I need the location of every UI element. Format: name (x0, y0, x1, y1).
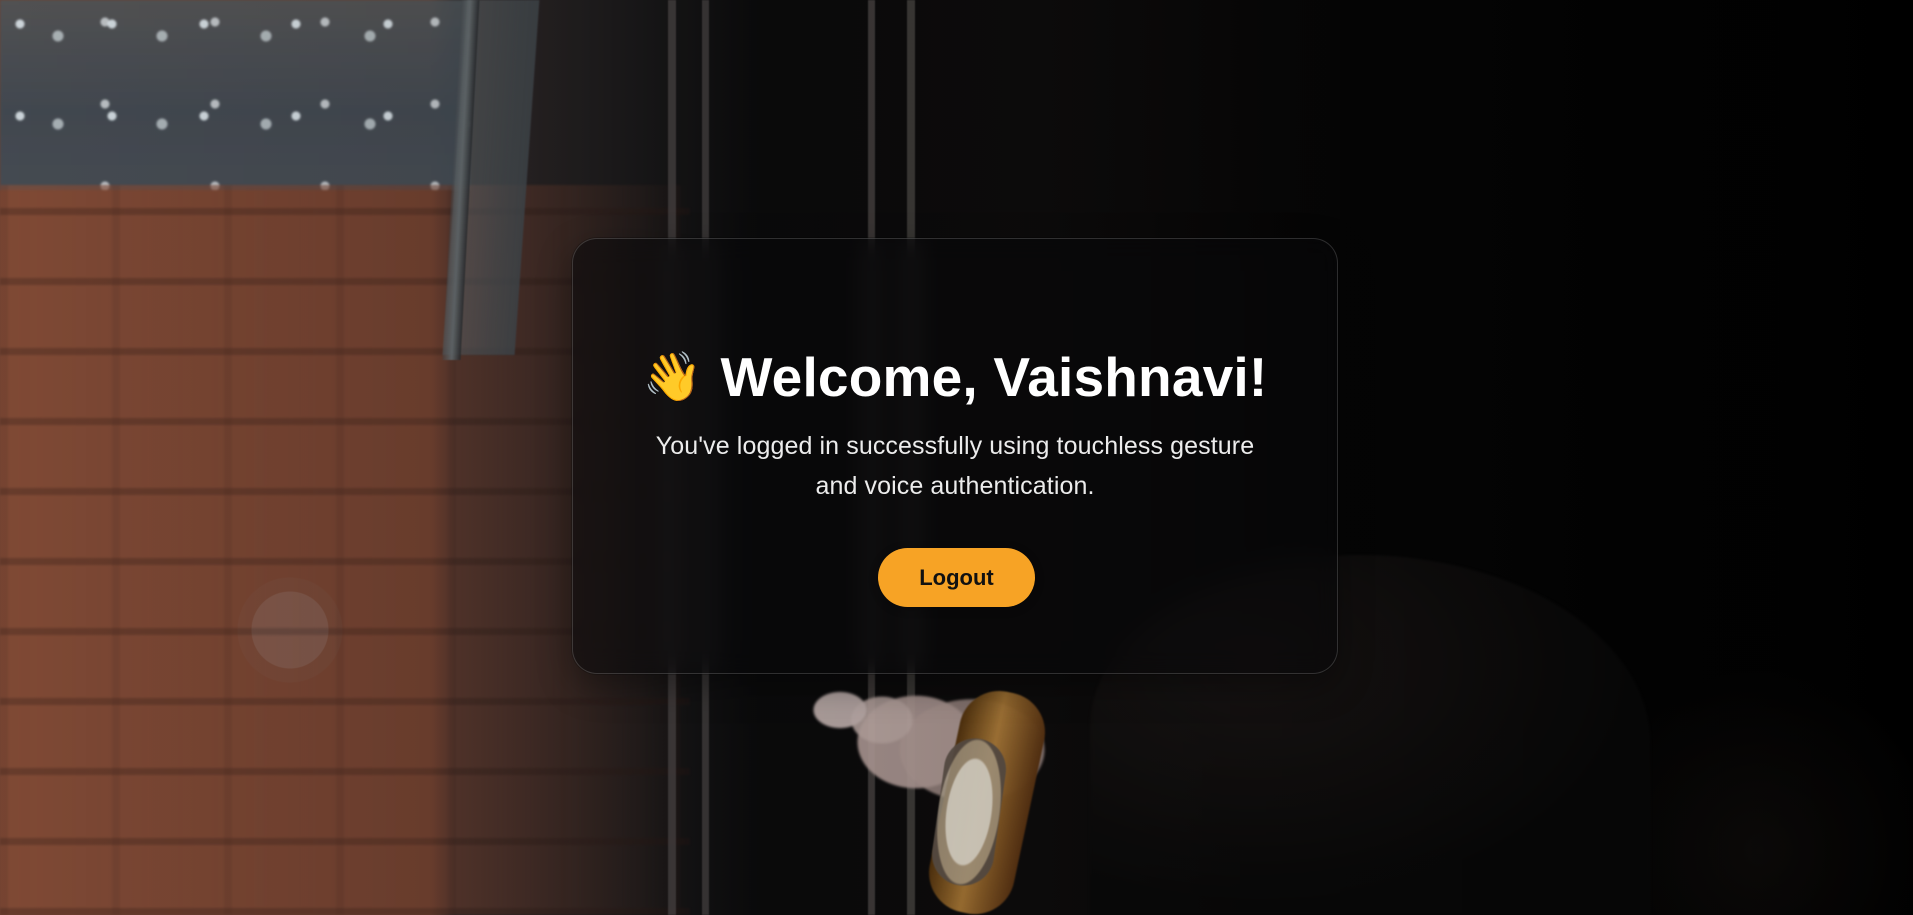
logout-button[interactable]: Logout (878, 548, 1035, 607)
welcome-heading-text: Welcome, Vaishnavi! (720, 345, 1268, 408)
welcome-card: 👋 Welcome, Vaishnavi! You've logged in su… (572, 238, 1338, 674)
login-success-page: 👋 Welcome, Vaishnavi! You've logged in su… (0, 0, 1913, 915)
welcome-message: You've logged in successfully using touc… (655, 432, 1255, 500)
welcome-heading: 👋 Welcome, Vaishnavi! (573, 349, 1337, 405)
waving-hand-icon: 👋 (642, 350, 703, 404)
